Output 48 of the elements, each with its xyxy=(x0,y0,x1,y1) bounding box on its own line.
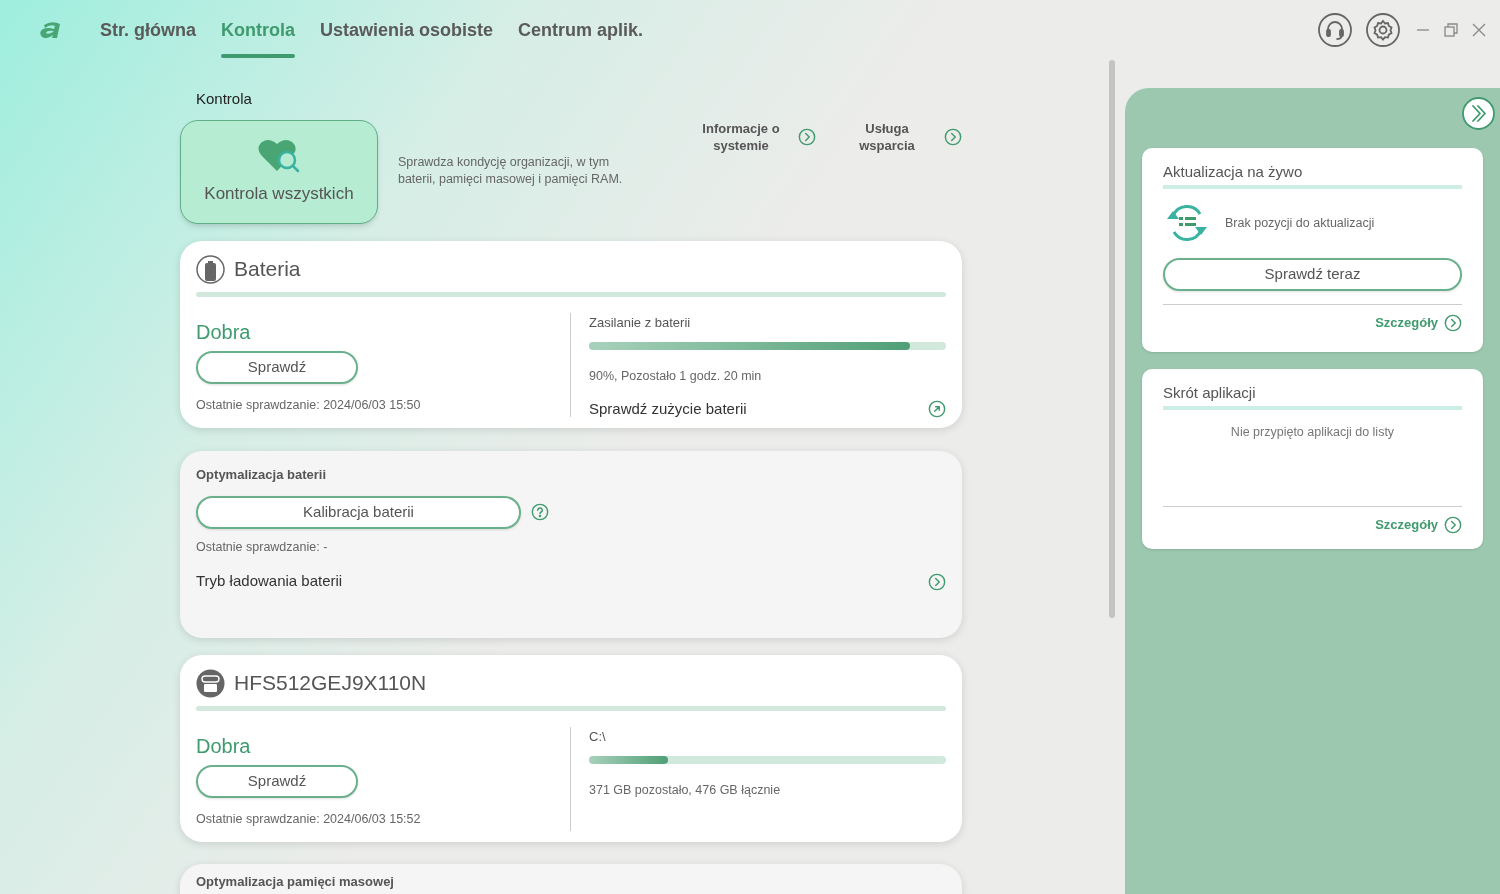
details-link[interactable]: Szczegóły xyxy=(1375,313,1462,333)
charge-mode-link[interactable]: Tryb ładowania baterii xyxy=(196,570,946,593)
chevron-circle-icon xyxy=(1444,515,1462,534)
card-title: Aktualizacja na żywo xyxy=(1163,162,1304,181)
calibrate-button[interactable]: Kalibracja baterii xyxy=(196,495,521,529)
last-check-text: Ostatnie sprawdzanie: - xyxy=(196,538,329,556)
section-title: Kontrola xyxy=(196,89,253,108)
restore-icon[interactable] xyxy=(1444,23,1458,37)
meter-reading: 90%, Pozostało 1 godz. 20 min xyxy=(589,368,763,385)
collapse-panel-icon[interactable] xyxy=(1462,97,1495,130)
last-check-text: Ostatnie sprawdzanie: 2024/06/03 15:50 xyxy=(196,397,421,414)
last-check-text: Ostatnie sprawdzanie: 2024/06/03 15:52 xyxy=(196,811,421,828)
help-icon xyxy=(531,503,549,521)
card-title: Optymalizacja pamięci masowej xyxy=(196,873,395,891)
support-icon[interactable] xyxy=(1318,13,1352,47)
card-title: Skrót aplikacji xyxy=(1163,383,1257,402)
ssd-icon xyxy=(196,668,225,698)
chevron-circle-icon xyxy=(798,128,816,146)
info-link[interactable]: Informacje o systemie xyxy=(696,120,816,154)
meter-label: C:\ xyxy=(589,728,607,744)
meter-reading: 371 GB pozostało, 476 GB łącznie xyxy=(589,782,782,799)
check-now-button[interactable]: Sprawdź teraz xyxy=(1163,258,1462,291)
description-text: Sprawdza kondycję organizacji, w tym baterii, pamięci masowej i pamięci RAM. xyxy=(397,154,624,188)
arrow-circle-icon xyxy=(928,400,946,418)
details-link[interactable]: Szczegóły xyxy=(1375,514,1462,535)
nav-tab[interactable]: Ustawienia osobiste xyxy=(320,0,494,60)
nav-tab[interactable]: Str. główna xyxy=(100,0,196,60)
settings-icon[interactable] xyxy=(1366,13,1400,47)
scrollbar-thumb[interactable] xyxy=(1109,60,1115,618)
chevron-circle-icon xyxy=(928,572,946,591)
card-title: Optymalizacja baterii xyxy=(196,466,328,484)
check-button[interactable]: Sprawdź xyxy=(196,765,358,798)
chevron-circle-icon xyxy=(1444,313,1462,332)
status-text: Dobra xyxy=(196,320,251,345)
nav-tab[interactable]: Centrum aplik. xyxy=(518,0,644,60)
info-link[interactable]: Usługa wsparcia xyxy=(842,120,962,154)
card-title: HFS512GEJ9X110N xyxy=(234,670,427,697)
meter-label: Zasilanie z baterii xyxy=(589,314,692,330)
empty-message: Nie przypięto aplikacji do listy xyxy=(1229,424,1396,441)
status-message: Brak pozycji do aktualizacji xyxy=(1225,214,1375,232)
status-text: Dobra xyxy=(196,734,251,759)
battery-icon xyxy=(196,254,225,284)
check-all-button[interactable]: Kontrola wszystkich xyxy=(180,120,378,224)
usage-link[interactable]: Sprawdź zużycie baterii xyxy=(589,397,946,421)
card-title: Bateria xyxy=(234,256,301,283)
chevron-circle-icon xyxy=(944,128,962,146)
check-button[interactable]: Sprawdź xyxy=(196,351,358,384)
close-icon[interactable] xyxy=(1472,23,1486,37)
